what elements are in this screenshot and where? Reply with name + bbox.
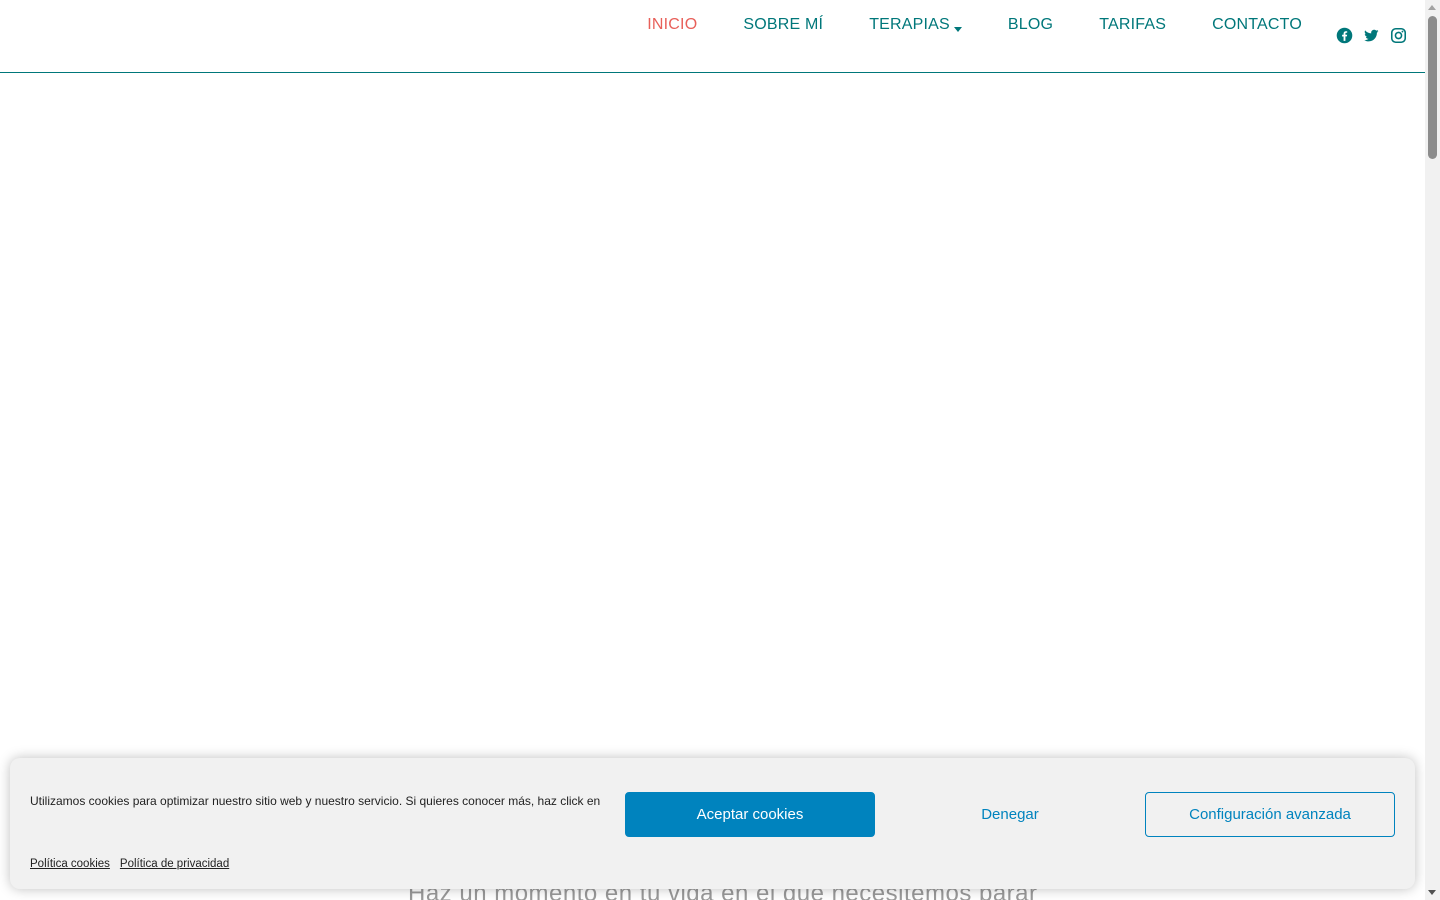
nav-item-tarifas[interactable]: TARIFAS (1099, 0, 1166, 73)
scroll-up-icon[interactable] (1428, 5, 1436, 10)
twitter-icon[interactable] (1363, 27, 1380, 44)
scroll-down-icon[interactable] (1428, 890, 1436, 895)
scroll-thumb[interactable] (1428, 16, 1437, 159)
cookie-policy-link[interactable]: Política cookies (30, 858, 110, 870)
nav-item-sobre-mi[interactable]: SOBRE MÍ (743, 0, 823, 73)
instagram-icon[interactable] (1390, 27, 1407, 44)
nav-item-contacto[interactable]: CONTACTO (1212, 0, 1302, 73)
accept-cookies-button[interactable]: Aceptar cookies (625, 792, 875, 837)
nav-item-blog[interactable]: BLOG (1008, 0, 1053, 73)
cookie-message: Utilizamos cookies para optimizar nuestr… (30, 794, 601, 808)
nav-item-terapias-label: TERAPIAS (869, 15, 950, 33)
advanced-settings-button[interactable]: Configuración avanzada (1145, 792, 1395, 837)
main-nav: INICIO SOBRE MÍ TERAPIAS BLOG TARIFAS CO… (647, 0, 1302, 72)
cookie-links: Política cookies Política de privacidad (30, 858, 229, 870)
page-scrollbar[interactable] (1425, 0, 1440, 900)
deny-cookies-button[interactable]: Denegar (885, 792, 1135, 837)
social-links (1336, 27, 1407, 46)
privacy-policy-link[interactable]: Política de privacidad (120, 858, 229, 870)
cookie-banner: Utilizamos cookies para optimizar nuestr… (10, 758, 1415, 889)
nav-item-terapias[interactable]: TERAPIAS (869, 0, 962, 73)
nav-item-inicio[interactable]: INICIO (647, 0, 697, 73)
site-header: INICIO SOBRE MÍ TERAPIAS BLOG TARIFAS CO… (0, 0, 1425, 73)
caret-down-icon (953, 26, 962, 32)
facebook-icon[interactable] (1336, 27, 1353, 44)
